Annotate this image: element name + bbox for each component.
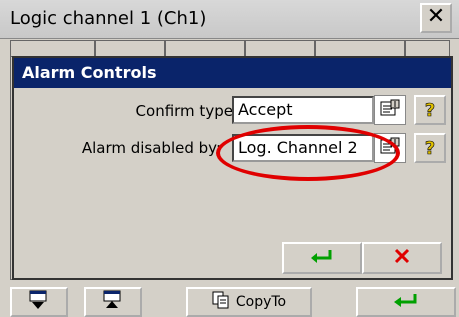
close-button[interactable]: ✕ — [420, 3, 452, 33]
alarm-disabled-by-help-button[interactable]: ? — [414, 133, 446, 163]
copy-to-label: CopyTo — [235, 294, 287, 310]
enter-button[interactable] — [356, 287, 456, 317]
main-window: Logic channel 1 (Ch1) ✕ Alarm Controls C… — [0, 0, 459, 317]
bottom-toolbar: CopyTo — [0, 283, 459, 317]
window-titlebar: Logic channel 1 (Ch1) ✕ — [0, 0, 459, 39]
copy-icon — [212, 291, 230, 313]
confirm-type-help-button[interactable]: ? — [414, 95, 446, 125]
dialog-title: Alarm Controls — [14, 58, 451, 88]
enter-icon — [393, 292, 419, 312]
enter-icon — [310, 248, 334, 268]
alarm-controls-dialog: Alarm Controls Confirm type: Accept ? Al… — [12, 56, 453, 280]
confirm-type-properties-button[interactable] — [374, 95, 406, 125]
cancel-button[interactable] — [362, 242, 442, 274]
confirm-type-field[interactable]: Accept — [232, 96, 374, 124]
alarm-disabled-by-properties-button[interactable] — [374, 133, 406, 163]
nav-up-icon — [102, 290, 124, 314]
ok-button[interactable] — [282, 242, 362, 274]
properties-icon — [380, 99, 400, 121]
cancel-x-icon — [393, 247, 411, 269]
alarm-disabled-by-field[interactable]: Log. Channel 2 — [232, 134, 374, 162]
help-icon: ? — [424, 137, 436, 159]
help-icon: ? — [424, 99, 436, 121]
confirm-type-label: Confirm type: — [135, 102, 238, 120]
nav-down-button[interactable] — [10, 287, 68, 317]
nav-up-button[interactable] — [84, 287, 142, 317]
window-title: Logic channel 1 (Ch1) — [10, 8, 207, 29]
nav-down-icon — [28, 290, 50, 314]
alarm-disabled-by-label: Alarm disabled by: — [81, 139, 221, 157]
close-icon: ✕ — [426, 4, 446, 29]
copy-to-button[interactable]: CopyTo — [186, 287, 312, 317]
properties-icon — [380, 137, 400, 159]
